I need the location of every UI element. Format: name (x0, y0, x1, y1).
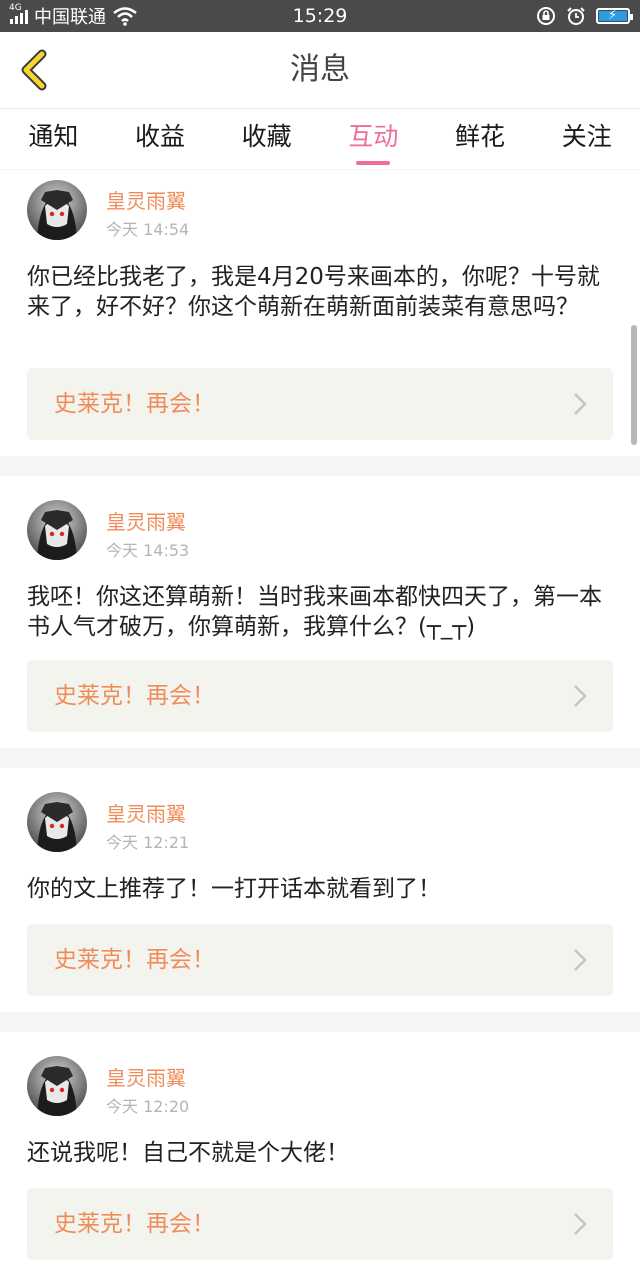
tab-notifications[interactable]: 通知 (0, 109, 107, 169)
avatar[interactable] (27, 500, 87, 560)
source-link[interactable]: 史莱克！再会！ (27, 368, 613, 440)
source-link-title: 史莱克！再会！ (54, 683, 215, 709)
source-link[interactable]: 史莱克！再会！ (27, 924, 613, 996)
message-card: 皇灵雨翼 今天 12:20 还说我呢！自己不就是个大佬！ 史莱克！再会！ (0, 1032, 640, 1280)
message-time: 今天 14:54 (106, 220, 190, 239)
source-link-title: 史莱克！再会！ (54, 1211, 215, 1237)
battery-icon: ⚡ (596, 8, 633, 24)
message-time: 今天 12:21 (106, 833, 190, 852)
avatar[interactable] (27, 1056, 87, 1116)
rotation-lock-icon (537, 7, 555, 25)
tab-bar: 通知 收益 收藏 互动 鲜花 关注 (0, 109, 640, 169)
avatar[interactable] (27, 180, 87, 240)
source-link[interactable]: 史莱克！再会！ (27, 1188, 613, 1260)
tab-follows[interactable]: 关注 (533, 109, 640, 169)
page-title: 消息 (290, 52, 350, 87)
chevron-right-icon (574, 949, 587, 971)
message-content: 还说我呢！自己不就是个大佬！ (27, 1140, 349, 1166)
username[interactable]: 皇灵雨翼 (106, 798, 186, 827)
alarm-icon (567, 7, 585, 25)
message-time: 今天 14:53 (106, 541, 190, 560)
source-link[interactable]: 史莱克！再会！ (27, 660, 613, 732)
status-bar: 4G 中国联通 15:29 ⚡ (0, 0, 640, 32)
scrollbar[interactable] (631, 325, 637, 445)
source-link-title: 史莱克！再会！ (54, 391, 215, 417)
chevron-right-icon (574, 685, 587, 707)
username[interactable]: 皇灵雨翼 (106, 506, 186, 535)
message-time: 今天 12:20 (106, 1097, 190, 1116)
chevron-right-icon (574, 1213, 587, 1235)
tab-favorites[interactable]: 收藏 (213, 109, 320, 169)
tab-interactions[interactable]: 互动 (320, 109, 427, 169)
message-content: 你已经比我老了，我是4月20号来画本的，你呢？十号就来了，好不好？你这个萌新在萌… (27, 264, 600, 320)
message-content: 我呸！你这还算萌新！当时我来画本都快四天了，第一本书人气才破万，你算萌新，我算什… (27, 584, 602, 640)
message-content: 你的文上推荐了！一打开话本就看到了！ (27, 876, 441, 902)
status-right: ⚡ (536, 0, 633, 32)
avatar[interactable] (27, 792, 87, 852)
source-link-title: 史莱克！再会！ (54, 947, 215, 973)
app-header: 消息 (0, 32, 640, 109)
username[interactable]: 皇灵雨翼 (106, 1062, 186, 1091)
message-card: 皇灵雨翼 今天 12:21 你的文上推荐了！一打开话本就看到了！ 史莱克！再会！ (0, 768, 640, 1012)
tab-earnings[interactable]: 收益 (107, 109, 214, 169)
message-card: 皇灵雨翼 今天 14:54 你已经比我老了，我是4月20号来画本的，你呢？十号就… (0, 170, 640, 456)
message-card: 皇灵雨翼 今天 14:53 我呸！你这还算萌新！当时我来画本都快四天了，第一本书… (0, 476, 640, 748)
username[interactable]: 皇灵雨翼 (106, 185, 186, 214)
tab-flowers[interactable]: 鲜花 (427, 109, 534, 169)
chevron-right-icon (574, 393, 587, 415)
